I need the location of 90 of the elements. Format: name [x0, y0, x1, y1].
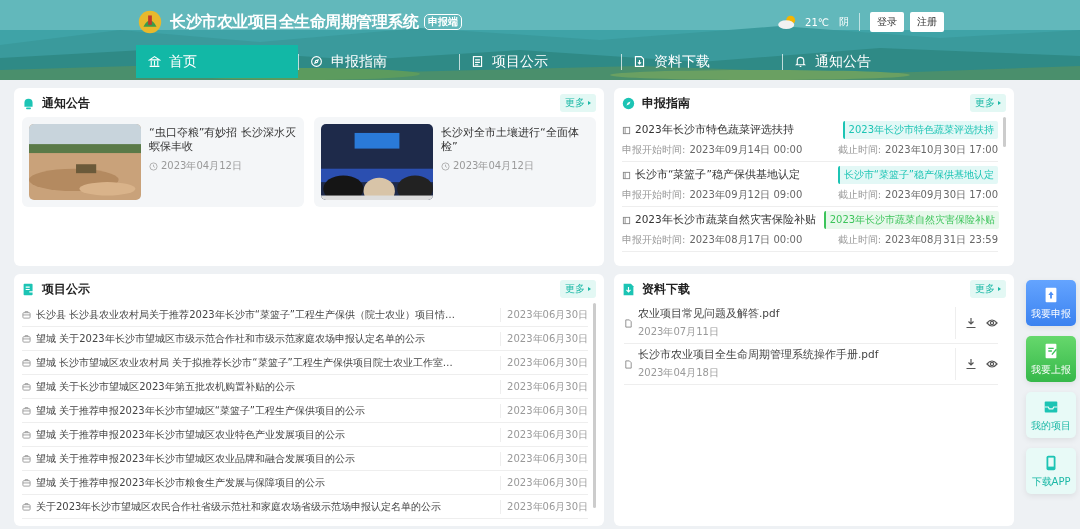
eye-icon[interactable] [986, 358, 998, 370]
news-date: 2023年04月12日 [453, 159, 534, 173]
end-label: 截止时间: [837, 233, 882, 247]
project-date: 2023年06月30日 [500, 499, 588, 514]
project-date: 2023年06月30日 [500, 427, 588, 442]
project-date: 2023年06月30日 [500, 307, 588, 322]
briefcase-icon [22, 454, 31, 463]
news-card[interactable]: 长沙对全市土壤进行“全面体检” 2023年04月12日 [314, 117, 596, 207]
compass-icon [309, 55, 323, 68]
briefcase-icon [22, 406, 31, 415]
nav-tab[interactable]: 项目公示 [459, 45, 621, 78]
briefcase-icon [22, 502, 31, 511]
project-date: 2023年06月30日 [500, 403, 588, 418]
download-icon[interactable] [965, 358, 977, 370]
logo-icon [136, 8, 164, 36]
end-time: 2023年10月30日 17:00 [885, 143, 998, 157]
briefcase-icon [22, 310, 31, 319]
briefcase-icon [22, 382, 31, 391]
end-time: 2023年08月31日 23:59 [885, 233, 998, 247]
project-title[interactable]: 长沙县 长沙县农业农村局关于推荐2023年长沙市“菜篮子”工程生产保供（院士农业）项目情… [36, 307, 496, 322]
portal-badge: 申报端 [424, 14, 462, 30]
project-date: 2023年06月30日 [500, 379, 588, 394]
bank-icon [148, 55, 161, 68]
project-title[interactable]: 望城 关于2023年长沙市望城区市级示范合作社和市级示范家庭农场申报认定名单的公示 [36, 331, 496, 346]
project-title[interactable]: 望城 关于推荐申报2023年长沙市望城区农业品牌和融合发展项目的公示 [36, 451, 496, 466]
file-download-icon [622, 282, 635, 296]
site-title: 长沙市农业项目全生命周期管理系统 [170, 11, 418, 33]
guide-tag: 2023年长沙市蔬菜自然灾害保险补贴 [823, 211, 1000, 229]
project-date: 2023年06月30日 [500, 475, 588, 490]
download-icon[interactable] [965, 317, 977, 329]
file-name[interactable]: 长沙市农业项目全生命周期管理系统操作手册.pdf [638, 348, 955, 362]
guide-title[interactable]: 2023年长沙市特色蔬菜评选扶持 [635, 123, 794, 137]
start-label: 申报开始时间: [622, 233, 686, 247]
end-label: 截止时间: [837, 143, 882, 157]
project-title[interactable]: 望城 长沙市望城区农业农村局 关于拟推荐长沙市“菜篮子”工程生产保供项目院士农业工作室… [36, 355, 496, 370]
document-icon [622, 170, 631, 180]
nav-tab[interactable]: 通知公告 [782, 45, 944, 78]
news-card[interactable]: “虫口夺粮”有妙招 长沙深水灭螟保丰收 2023年04月12日 [22, 117, 304, 207]
register-button[interactable]: 注册 [910, 12, 944, 32]
briefcase-icon [22, 334, 31, 343]
compass-icon [622, 96, 635, 110]
news-date: 2023年04月12日 [161, 159, 242, 173]
nav-tab[interactable]: 资料下载 [620, 45, 783, 78]
file-name[interactable]: 农业项目常见问题及解答.pdf [638, 307, 955, 321]
document-icon [622, 125, 631, 135]
login-button[interactable]: 登录 [870, 12, 904, 32]
project-date: 2023年06月30日 [500, 331, 588, 346]
project-date: 2023年06月30日 [500, 451, 588, 466]
briefcase-icon [22, 478, 31, 487]
project-title[interactable]: 望城 关于推荐申报2023年长沙市望城区农业特色产业发展项目的公示 [36, 427, 496, 442]
start-time: 2023年08月17日 00:00 [689, 233, 803, 247]
end-label: 截止时间: [837, 188, 882, 202]
document-icon [471, 55, 485, 68]
weather-text: 阴 [839, 15, 849, 29]
clock-icon [441, 161, 450, 171]
start-label: 申报开始时间: [622, 143, 686, 157]
start-time: 2023年09月14日 00:00 [689, 143, 803, 157]
temperature: 21℃ [805, 16, 829, 28]
start-label: 申报开始时间: [622, 188, 686, 202]
start-time: 2023年09月12日 09:00 [689, 188, 803, 202]
briefcase-icon [22, 358, 31, 367]
bell-icon [794, 55, 808, 68]
card-title: 项目公示 [42, 280, 90, 298]
file-date: 2023年07月11日 [638, 325, 720, 339]
card-title: 通知公告 [42, 94, 90, 112]
card-title: 申报指南 [642, 94, 690, 112]
project-title[interactable]: 望城 关于推荐申报2023年长沙市望城区“菜篮子”工程生产保供项目的公示 [36, 403, 496, 418]
briefcase-icon [22, 430, 31, 439]
document-icon [622, 215, 631, 225]
guide-title[interactable]: 长沙市“菜篮子”稳产保供基地认定 [635, 168, 800, 182]
eye-icon[interactable] [986, 317, 998, 329]
bell-icon [22, 96, 35, 110]
project-title[interactable]: 望城 关于推荐申报2023年长沙市粮食生产发展与保障项目的公示 [36, 475, 496, 490]
guide-tag: 长沙市“菜篮子”稳产保供基地认定 [837, 166, 998, 184]
project-title[interactable]: 关于2023年长沙市望城区农民合作社省级示范社和家庭农场省级示范场申报认定名单的公示 [36, 499, 496, 514]
project-date: 2023年06月30日 [500, 355, 588, 370]
file-date: 2023年04月18日 [638, 366, 720, 380]
document-icon [22, 282, 35, 296]
project-title[interactable]: 望城 关于长沙市望城区2023年第五批农机购置补贴的公示 [36, 379, 496, 394]
clock-icon [149, 161, 158, 171]
end-time: 2023年09月30日 17:00 [885, 188, 998, 202]
guide-title[interactable]: 2023年长沙市蔬菜自然灾害保险补贴 [635, 213, 816, 227]
news-title: 长沙对全市土壤进行“全面体检” [441, 126, 580, 154]
card-title: 资料下载 [642, 280, 690, 298]
guide-tag: 2023年长沙市特色蔬菜评选扶持 [842, 121, 998, 139]
file-icon [624, 318, 633, 328]
file-download-icon [632, 55, 646, 68]
news-title: “虫口夺粮”有妙招 长沙深水灭螟保丰收 [149, 126, 297, 154]
nav-tab[interactable]: 申报指南 [297, 45, 460, 78]
file-icon [624, 359, 633, 369]
